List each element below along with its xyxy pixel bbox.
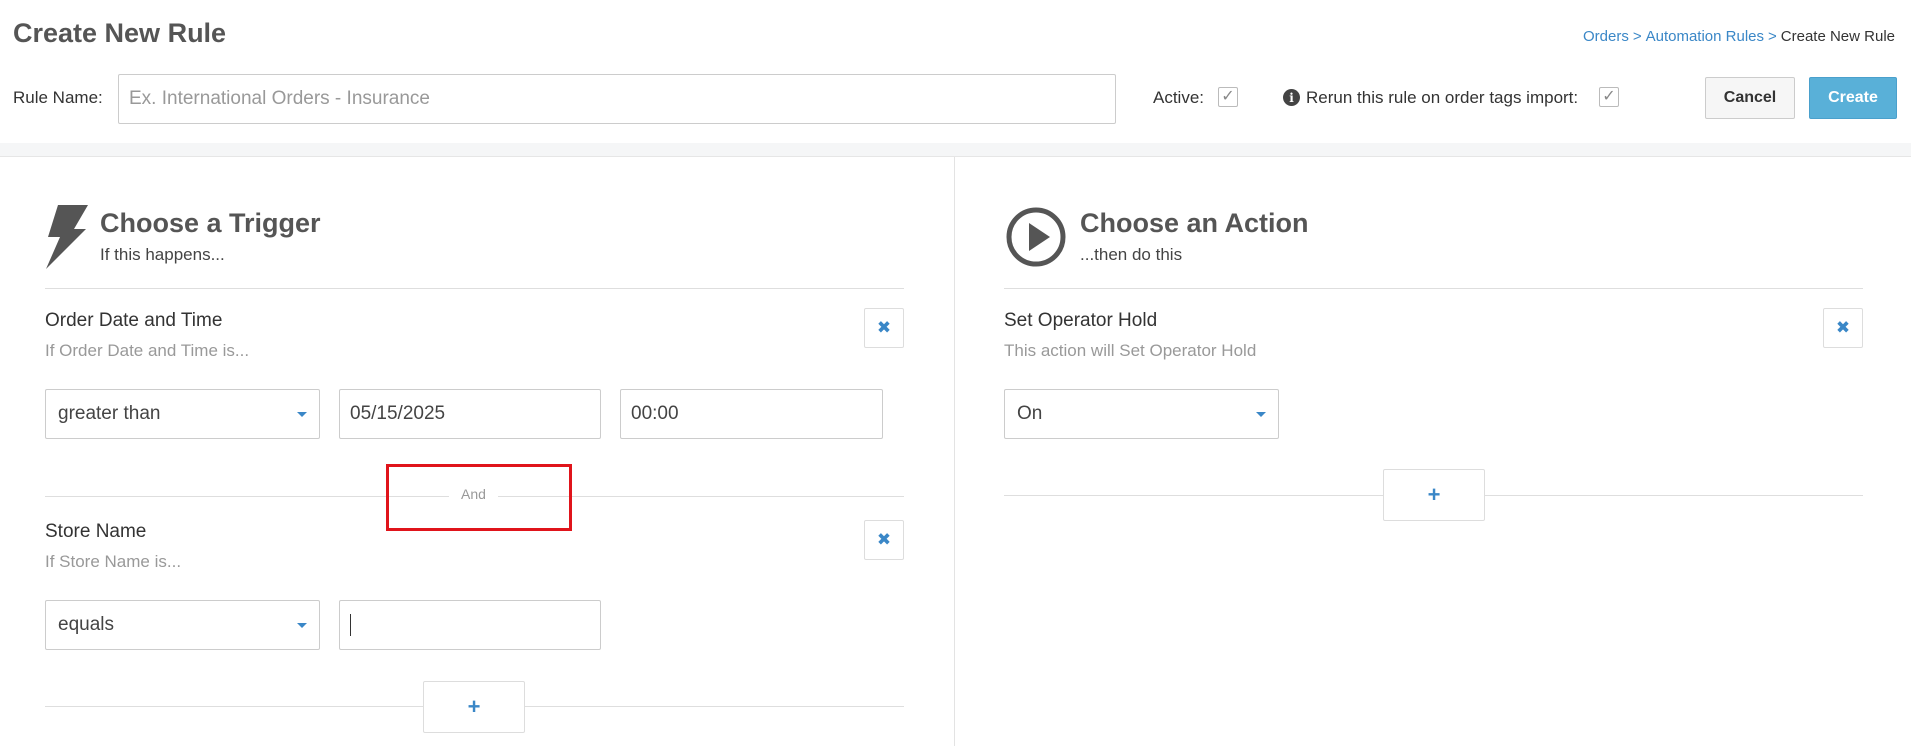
plus-icon: + <box>1427 482 1441 507</box>
active-checkbox[interactable]: ✓ <box>1218 87 1238 107</box>
add-action-button[interactable]: + <box>1383 469 1485 521</box>
condition-description: If Store Name is... <box>45 552 182 571</box>
create-button[interactable]: Create <box>1809 77 1897 119</box>
rule-name-label: Rule Name: <box>13 88 103 107</box>
breadcrumb-orders-link[interactable]: Orders <box>1583 28 1629 45</box>
rule-name-input[interactable] <box>118 74 1116 124</box>
remove-action-button[interactable]: ✖ <box>1823 308 1863 348</box>
condition-title: Store Name <box>45 521 147 542</box>
action-section-subtitle: ...then do this <box>1080 245 1183 264</box>
add-condition-button[interactable]: + <box>423 681 525 733</box>
chevron-down-icon <box>297 412 307 417</box>
action-header-divider <box>1004 288 1863 289</box>
time-input[interactable]: 00:00 <box>620 389 883 439</box>
remove-condition-button[interactable]: ✖ <box>864 308 904 348</box>
trigger-section-subtitle: If this happens... <box>100 245 225 264</box>
remove-condition-button[interactable]: ✖ <box>864 520 904 560</box>
operator-hold-select[interactable]: On <box>1004 389 1279 439</box>
trigger-section-title: Choose a Trigger <box>100 208 321 238</box>
operator-select-value: greater than <box>58 403 161 424</box>
column-divider <box>954 157 955 746</box>
breadcrumb-current: Create New Rule <box>1780 28 1895 45</box>
lightning-bolt-icon <box>46 205 88 269</box>
check-icon: ✓ <box>1602 88 1616 105</box>
chevron-down-icon <box>297 623 307 628</box>
rerun-checkbox[interactable]: ✓ <box>1599 87 1619 107</box>
operator-select[interactable]: greater than <box>45 389 320 439</box>
check-icon: ✓ <box>1221 88 1235 105</box>
action-section-title: Choose an Action <box>1080 208 1309 238</box>
page-title: Create New Rule <box>13 18 227 48</box>
active-label: Active: <box>1153 88 1205 107</box>
store-name-input[interactable] <box>339 600 601 650</box>
condition-description: If Order Date and Time is... <box>45 341 250 360</box>
condition-title: Order Date and Time <box>45 310 223 331</box>
cancel-button[interactable]: Cancel <box>1705 77 1795 119</box>
close-icon: ✖ <box>876 318 892 337</box>
play-circle-icon <box>1006 207 1066 267</box>
trigger-header-divider <box>45 288 904 289</box>
operator-select[interactable]: equals <box>45 600 320 650</box>
rerun-label: Rerun this rule on order tags import: <box>1306 88 1579 107</box>
date-input[interactable]: 05/15/2025 <box>339 389 601 439</box>
text-cursor <box>350 614 351 636</box>
info-icon: i <box>1283 89 1300 106</box>
chevron-down-icon <box>1256 412 1266 417</box>
breadcrumb-automation-rules-link[interactable]: Automation Rules <box>1646 28 1764 45</box>
plus-icon: + <box>467 694 481 719</box>
section-separator-band <box>0 143 1911 157</box>
close-icon: ✖ <box>1835 318 1851 337</box>
breadcrumb-separator: > <box>1632 28 1642 45</box>
breadcrumb-separator: > <box>1768 28 1777 45</box>
close-icon: ✖ <box>876 530 892 549</box>
action-description: This action will Set Operator Hold <box>1004 341 1257 360</box>
highlight-box <box>386 464 572 531</box>
operator-hold-select-value: On <box>1017 403 1043 424</box>
action-title: Set Operator Hold <box>1004 310 1158 331</box>
breadcrumb: Orders > Automation Rules > Create New Rule <box>1583 28 1895 45</box>
operator-select-value: equals <box>58 614 114 635</box>
